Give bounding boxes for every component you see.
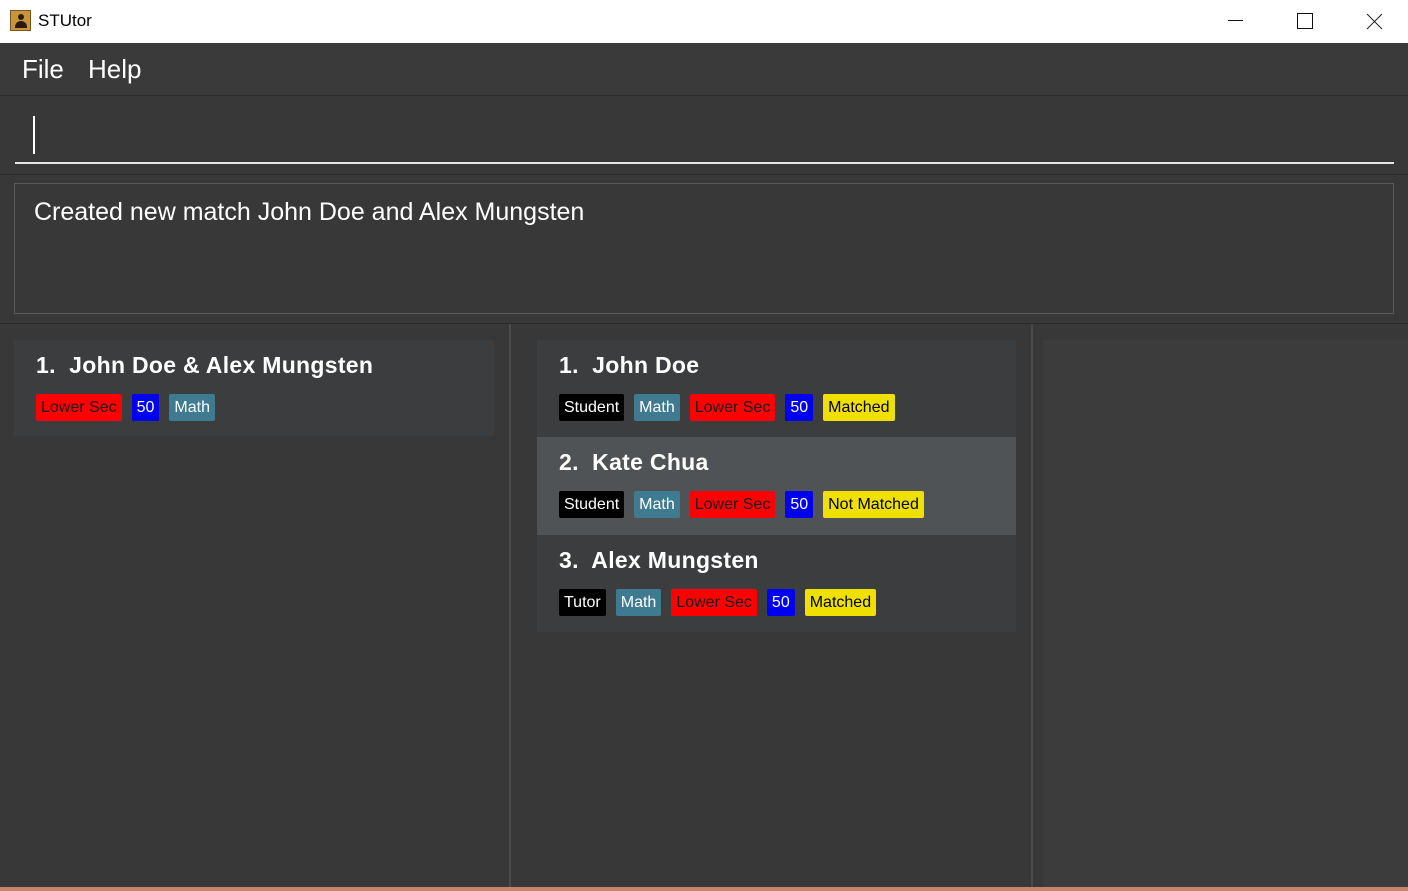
price-tag: 50 xyxy=(785,394,814,421)
status-tag: Not Matched xyxy=(823,491,924,518)
command-pane xyxy=(0,97,1408,175)
status-tag: Matched xyxy=(804,589,877,616)
minimize-icon[interactable] xyxy=(1200,0,1270,43)
subject-tag: Math xyxy=(169,394,215,421)
price-tag: 50 xyxy=(766,589,795,616)
maximize-icon[interactable] xyxy=(1270,0,1340,43)
person-icon xyxy=(10,10,31,31)
subject-tag: Math xyxy=(634,394,680,421)
match-tags: Lower Sec 50 Math xyxy=(36,394,215,421)
level-tag: Lower Sec xyxy=(689,491,776,518)
price-tag: 50 xyxy=(131,394,160,421)
role-tag: Tutor xyxy=(559,589,606,616)
command-input[interactable] xyxy=(15,107,1394,164)
menu-file[interactable]: File xyxy=(22,54,64,85)
role-tag: Student xyxy=(559,394,625,421)
text-caret xyxy=(33,116,35,154)
person-card[interactable]: 3. Alex Mungsten Tutor Math Lower Sec 50… xyxy=(537,535,1016,632)
result-display: Created new match John Doe and Alex Mung… xyxy=(14,183,1394,314)
subject-tag: Math xyxy=(634,491,680,518)
menu-help[interactable]: Help xyxy=(88,54,141,85)
person-tags: Student Math Lower Sec 50 Matched xyxy=(559,394,895,421)
column-divider[interactable] xyxy=(509,324,511,891)
price-tag: 50 xyxy=(785,491,814,518)
person-card[interactable]: 1. John Doe Student Math Lower Sec 50 Ma… xyxy=(537,340,1016,437)
level-tag: Lower Sec xyxy=(689,394,776,421)
person-tags: Student Math Lower Sec 50 Not Matched xyxy=(559,491,924,518)
detail-panel xyxy=(1043,340,1408,891)
person-title: 2. Kate Chua xyxy=(559,449,709,475)
menu-bar: File Help xyxy=(0,43,1408,96)
subject-tag: Math xyxy=(615,589,662,616)
match-card[interactable]: 1. John Doe & Alex Mungsten Lower Sec 50… xyxy=(14,340,494,436)
person-title: 3. Alex Mungsten xyxy=(559,547,759,573)
role-tag: Student xyxy=(559,491,625,518)
level-tag: Lower Sec xyxy=(36,394,122,421)
window-border xyxy=(0,887,1408,891)
close-icon[interactable] xyxy=(1340,0,1408,43)
result-message: Created new match John Doe and Alex Mung… xyxy=(34,198,585,226)
title-bar: STUtor xyxy=(0,0,1408,43)
pane-divider xyxy=(0,323,1408,324)
status-tag: Matched xyxy=(823,394,895,421)
window-title: STUtor xyxy=(38,11,92,30)
column-divider[interactable] xyxy=(1031,324,1033,891)
level-tag: Lower Sec xyxy=(671,589,757,616)
match-title: 1. John Doe & Alex Mungsten xyxy=(36,352,374,378)
person-card[interactable]: 2. Kate Chua Student Math Lower Sec 50 N… xyxy=(537,437,1016,535)
person-title: 1. John Doe xyxy=(559,352,700,378)
person-tags: Tutor Math Lower Sec 50 Matched xyxy=(559,589,877,616)
